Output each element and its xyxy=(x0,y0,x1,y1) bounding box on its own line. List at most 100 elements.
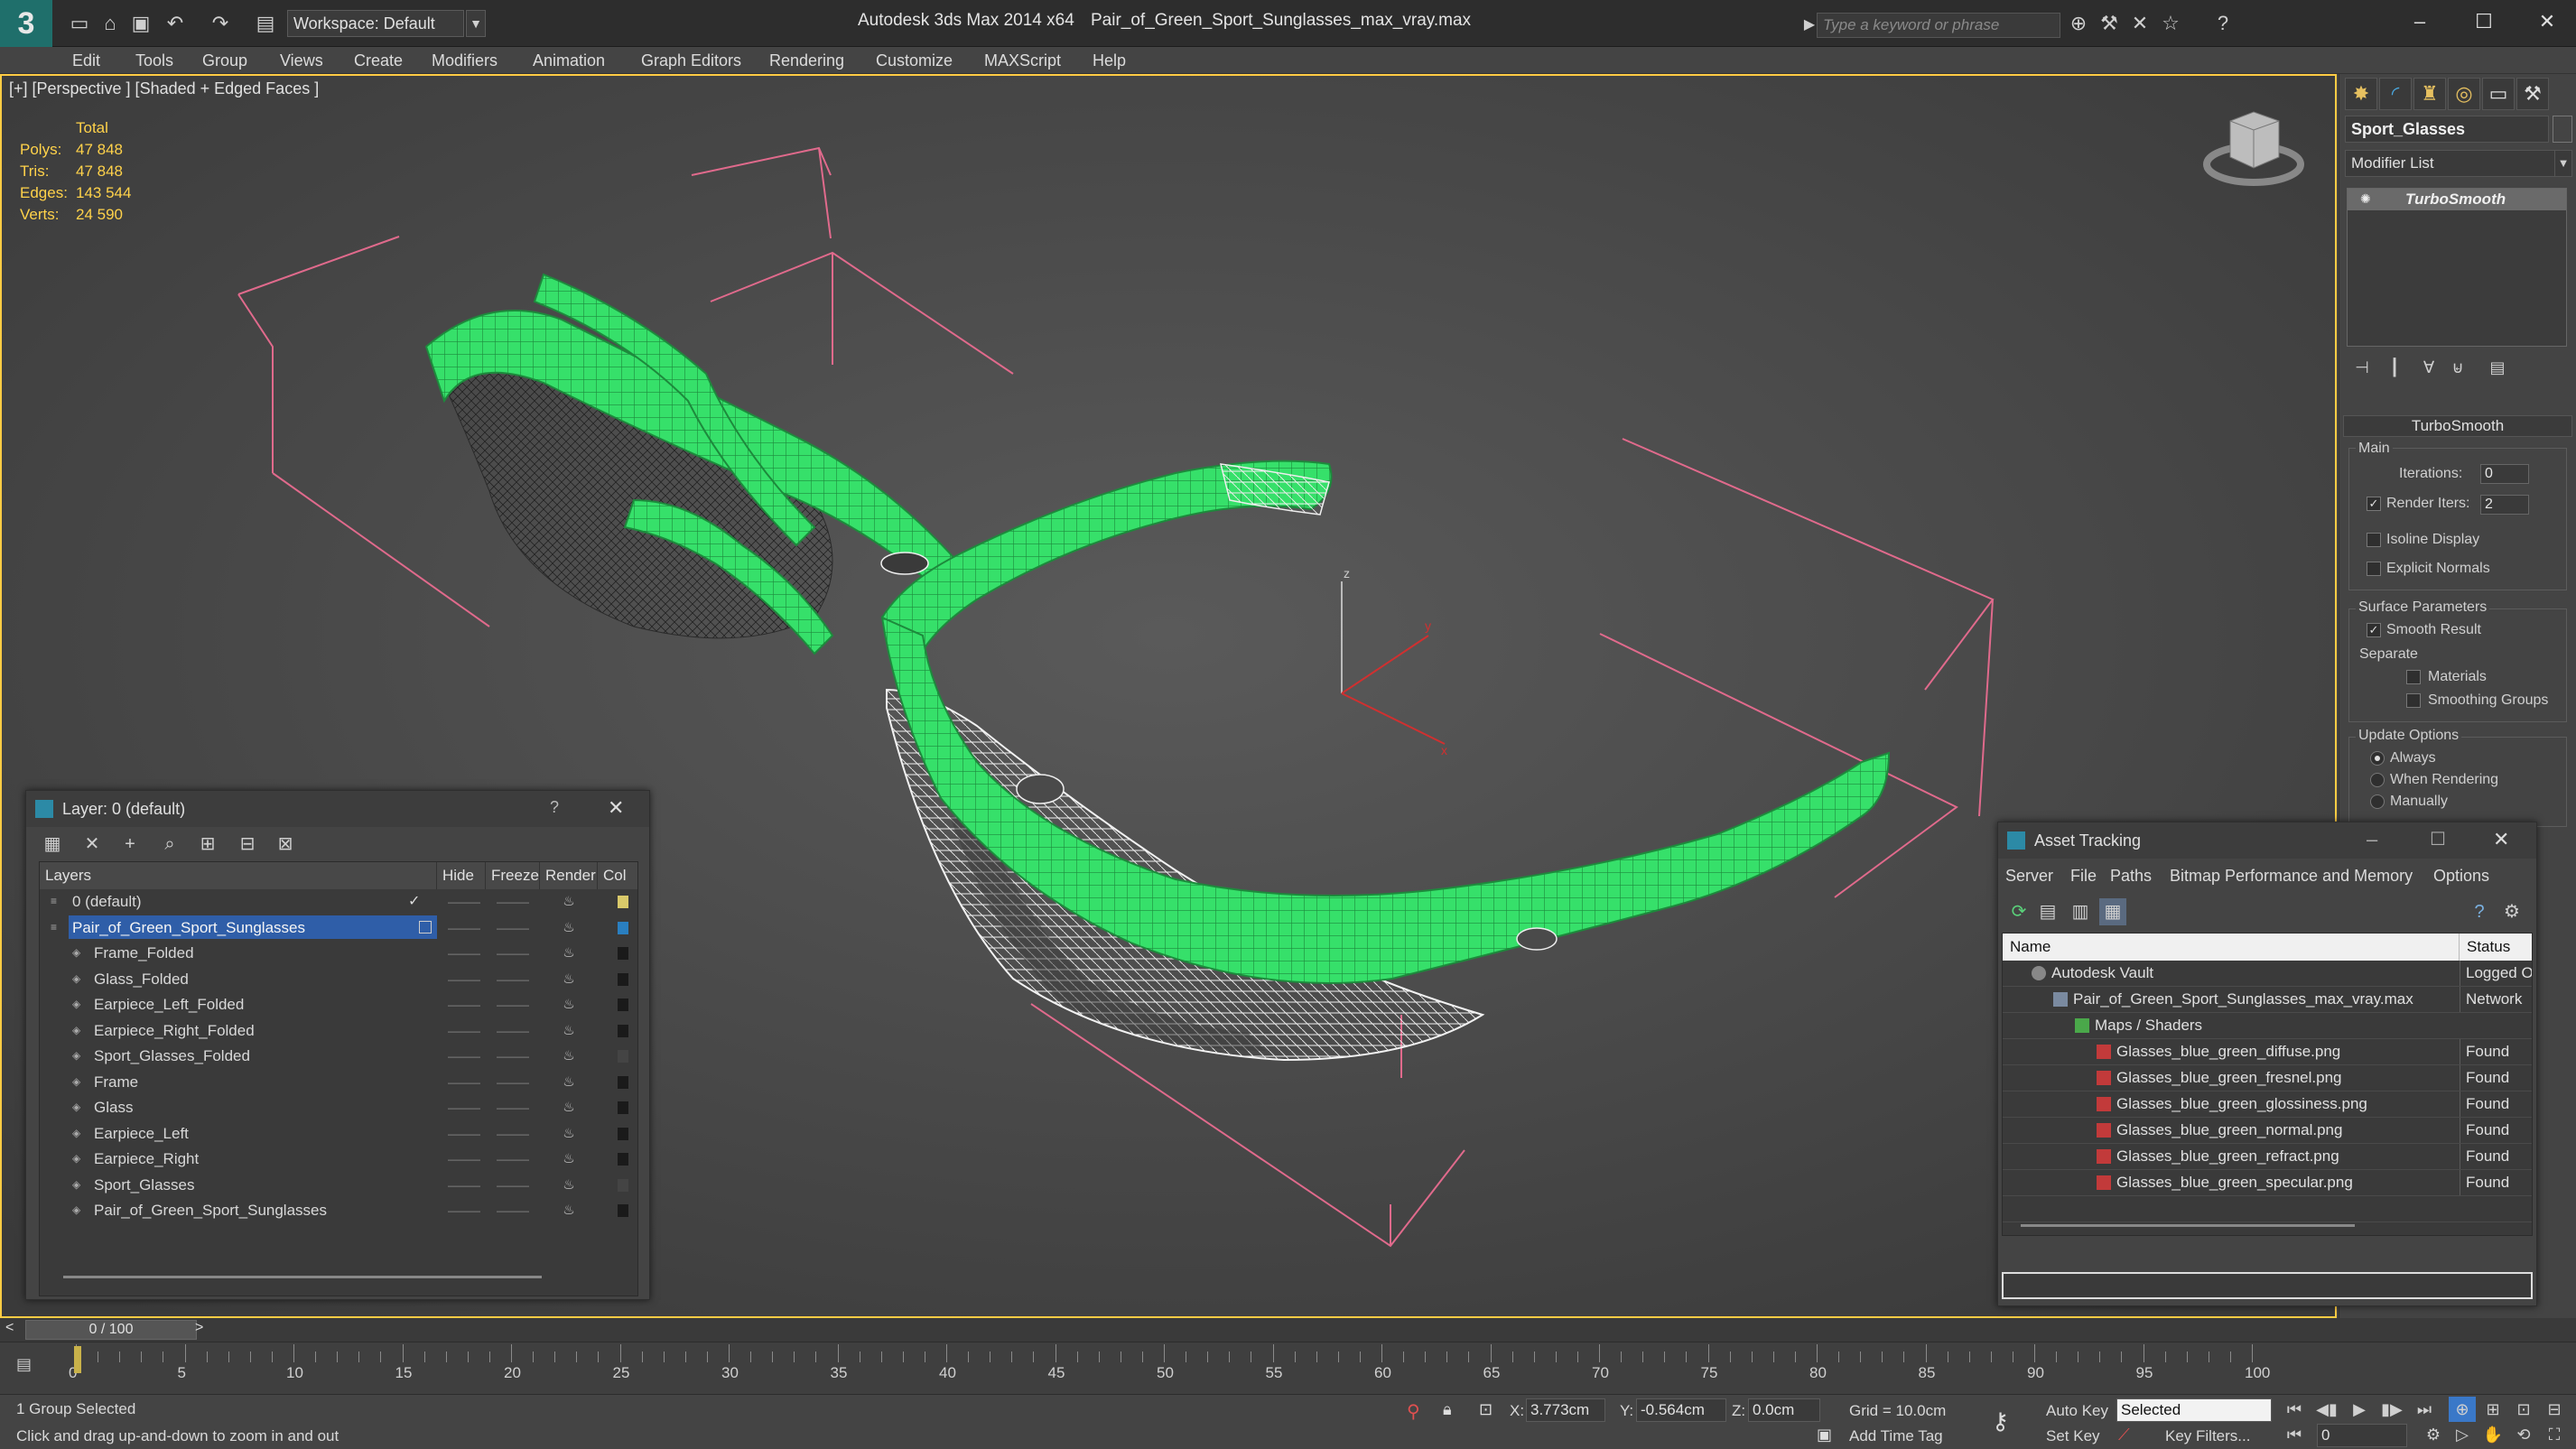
freeze-toggle[interactable]: ——— xyxy=(495,1173,531,1198)
absolute-mode-icon[interactable]: ⊡ xyxy=(1479,1400,1493,1419)
materials-checkbox[interactable] xyxy=(2406,670,2421,684)
layer-row[interactable]: ◈ Pair_of_Green_Sport_Sunglasses ——— ——— ♨ xyxy=(40,1198,637,1223)
menu-animation[interactable]: Animation xyxy=(533,47,605,74)
make-unique-icon[interactable]: ∀ xyxy=(2415,356,2442,379)
smooth-result-checkbox[interactable]: ✓ xyxy=(2367,623,2381,637)
asset-menu-bitmap-performance[interactable]: Bitmap Performance and Memory xyxy=(2170,862,2413,889)
layer-row[interactable]: ≡ Pair_of_Green_Sport_Sunglasses ——— ——— ♨ xyxy=(40,915,637,941)
modifier-list-select[interactable]: Modifier List xyxy=(2345,150,2558,177)
rollout-header[interactable]: TurboSmooth xyxy=(2343,415,2572,437)
layer-color-swatch[interactable] xyxy=(618,921,628,934)
asset-row[interactable]: Pair_of_Green_Sport_Sunglasses_max_vray.… xyxy=(2003,987,2532,1013)
delete-layer-icon[interactable]: ✕ xyxy=(79,831,106,858)
menu-modifiers[interactable]: Modifiers xyxy=(432,47,498,74)
asset-name[interactable]: Glasses_blue_green_glossiness.png xyxy=(2116,1091,2367,1117)
zoom-extents-all-icon[interactable]: ⊟ xyxy=(2541,1397,2568,1422)
layer-name[interactable]: Frame_Folded xyxy=(90,941,194,964)
lightbulb-icon[interactable]: ✺ xyxy=(2360,191,2376,208)
freeze-all-icon[interactable]: ⊠ xyxy=(272,831,299,858)
hide-toggle[interactable]: ——— xyxy=(446,1018,482,1044)
freeze-toggle[interactable]: ——— xyxy=(495,967,531,992)
go-to-start-icon[interactable]: ⏮ xyxy=(2281,1397,2308,1422)
column-status[interactable]: Status xyxy=(2460,933,2532,961)
current-frame-field[interactable]: 0 xyxy=(2317,1424,2407,1447)
asset-name[interactable]: Glasses_blue_green_diffuse.png xyxy=(2116,1039,2340,1064)
hide-toggle[interactable]: ——— xyxy=(446,941,482,966)
asset-menu-server[interactable]: Server xyxy=(2005,862,2053,889)
minimize-icon[interactable]: – xyxy=(2397,5,2442,38)
layer-name[interactable]: Pair_of_Green_Sport_Sunglasses xyxy=(69,915,437,939)
object-color-swatch[interactable] xyxy=(2553,116,2572,143)
render-teapot-icon[interactable]: ♨ xyxy=(551,1173,587,1198)
current-layer-check-icon[interactable]: ✓ xyxy=(408,889,420,915)
viewport-label[interactable]: [+] [Perspective ] [Shaded + Edged Faces… xyxy=(9,79,319,98)
always-radio[interactable] xyxy=(2370,751,2385,766)
zoom-all-icon[interactable]: ⊞ xyxy=(2479,1397,2506,1422)
hide-toggle[interactable]: ——— xyxy=(446,1198,482,1223)
modifier-stack-item[interactable]: TurboSmooth xyxy=(2348,189,2566,210)
close-icon[interactable]: ✕ xyxy=(2493,828,2509,851)
field-of-view-icon[interactable]: ▷ xyxy=(2449,1422,2476,1447)
selection-set-select[interactable]: Selected xyxy=(2116,1398,2272,1422)
freeze-toggle[interactable]: ——— xyxy=(495,889,531,915)
layer-row[interactable]: ◈ Glass ——— ——— ♨ xyxy=(40,1095,637,1120)
layer-scrollbar[interactable] xyxy=(63,1276,542,1278)
new-file-icon[interactable]: ▭ xyxy=(67,11,92,36)
layer-name[interactable]: 0 (default) xyxy=(69,889,142,913)
asset-menu-options[interactable]: Options xyxy=(2433,862,2489,889)
add-time-tag[interactable]: Add Time Tag xyxy=(1849,1427,1943,1445)
layer-name[interactable]: Earpiece_Right_Folded xyxy=(90,1018,255,1042)
time-slider-thumb[interactable]: 0 / 100 xyxy=(25,1320,197,1340)
zoom-extents-icon[interactable]: ⊡ xyxy=(2510,1397,2537,1422)
binoculars-icon[interactable]: ⊕ xyxy=(2066,11,2091,36)
key-icon[interactable]: ⚷ xyxy=(1992,1407,2009,1435)
render-teapot-icon[interactable]: ♨ xyxy=(551,1121,587,1147)
pin-stack-icon[interactable]: ⊣ xyxy=(2348,356,2376,379)
asset-scrollbar[interactable] xyxy=(2021,1224,2355,1227)
set-key-mode-icon[interactable]: ⟋ xyxy=(2118,1426,2130,1444)
layer-color-swatch[interactable] xyxy=(618,972,628,986)
maximize-icon[interactable]: ☐ xyxy=(2430,828,2446,850)
configure-sets-icon[interactable]: ▤ xyxy=(2484,356,2511,379)
menu-tools[interactable]: Tools xyxy=(135,47,173,74)
layer-row[interactable]: ◈ Earpiece_Left_Folded ——— ——— ♨ xyxy=(40,992,637,1017)
render-teapot-icon[interactable]: ♨ xyxy=(551,1198,587,1223)
menu-maxscript[interactable]: MAXScript xyxy=(984,47,1061,74)
table-view-icon[interactable]: ▦ xyxy=(2099,898,2126,925)
menu-views[interactable]: Views xyxy=(280,47,323,74)
set-key-button[interactable]: Set Key xyxy=(2046,1427,2100,1445)
object-name-field[interactable]: Sport_Glasses xyxy=(2345,116,2549,143)
maximize-icon[interactable]: ☐ xyxy=(2461,5,2506,38)
subscription-icon[interactable]: ⚒ xyxy=(2097,11,2122,36)
asset-name[interactable]: Glasses_blue_green_refract.png xyxy=(2116,1144,2339,1169)
render-teapot-icon[interactable]: ♨ xyxy=(551,992,587,1017)
curve-editor-icon[interactable]: ▤ xyxy=(16,1355,42,1379)
y-coordinate-field[interactable]: -0.564cm xyxy=(1636,1398,1726,1422)
hide-toggle[interactable]: ——— xyxy=(446,1095,482,1120)
render-teapot-icon[interactable]: ♨ xyxy=(551,1095,587,1120)
column-freeze[interactable]: Freeze xyxy=(486,862,540,889)
layer-name[interactable]: Earpiece_Left_Folded xyxy=(90,992,244,1016)
column-hide[interactable]: Hide xyxy=(437,862,486,889)
layer-row[interactable]: ◈ Sport_Glasses_Folded ——— ——— ♨ xyxy=(40,1044,637,1069)
hide-toggle[interactable]: ——— xyxy=(446,1147,482,1172)
layer-row[interactable]: ◈ Earpiece_Right_Folded ——— ——— ♨ xyxy=(40,1018,637,1044)
list-view-icon[interactable]: ▤ xyxy=(2034,898,2061,925)
render-teapot-icon[interactable]: ♨ xyxy=(551,1147,587,1172)
column-name[interactable]: Name xyxy=(2003,933,2460,961)
prev-frame-icon[interactable]: < xyxy=(5,1320,14,1336)
help-icon[interactable]: ? xyxy=(2210,11,2236,36)
asset-panel-title[interactable]: Asset Tracking xyxy=(1998,822,2536,859)
hide-toggle[interactable]: ——— xyxy=(446,1121,482,1147)
show-end-result-icon[interactable]: ┃ xyxy=(2381,356,2408,379)
asset-menu-file[interactable]: File xyxy=(2070,862,2097,889)
current-frame-marker[interactable] xyxy=(74,1346,81,1373)
add-to-layer-icon[interactable]: + xyxy=(116,831,144,858)
layer-color-swatch[interactable] xyxy=(618,896,628,908)
render-teapot-icon[interactable]: ♨ xyxy=(551,941,587,966)
lock-selection-icon[interactable]: 🔒︎ xyxy=(1443,1400,1452,1419)
hide-toggle[interactable]: ——— xyxy=(446,1044,482,1069)
z-coordinate-field[interactable]: 0.0cm xyxy=(1748,1398,1820,1422)
layer-color-swatch[interactable] xyxy=(618,1127,628,1140)
freeze-toggle[interactable]: ——— xyxy=(495,1070,531,1095)
